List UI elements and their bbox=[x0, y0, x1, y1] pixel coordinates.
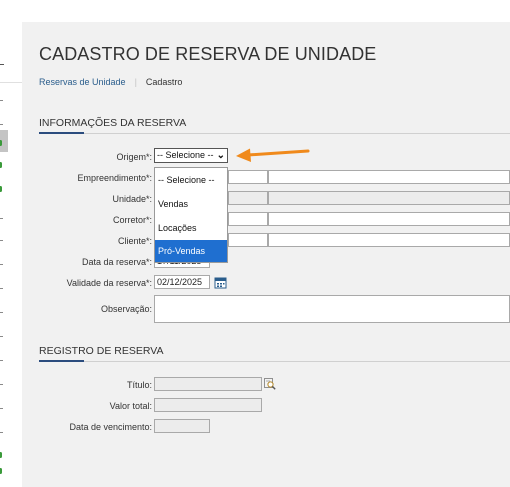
observacao-label: Observação: bbox=[100, 304, 152, 314]
titulo-label: Título: bbox=[126, 380, 152, 390]
observacao-textarea[interactable] bbox=[154, 295, 510, 323]
section-title-reserva: INFORMAÇÕES DA RESERVA bbox=[39, 117, 187, 129]
sidebar-mark bbox=[0, 240, 3, 241]
status-dot bbox=[0, 452, 2, 458]
unidade-code-field[interactable] bbox=[228, 191, 268, 205]
arrow-annotation bbox=[236, 148, 310, 162]
valor-total-field[interactable] bbox=[154, 398, 262, 412]
dropdown-option-vendas[interactable]: Vendas bbox=[155, 193, 227, 215]
status-dot bbox=[0, 140, 2, 146]
titulo-field[interactable] bbox=[154, 377, 262, 391]
data-reserva-label: Data da reserva*: bbox=[81, 257, 152, 267]
data-vencimento-label: Data de vencimento: bbox=[69, 422, 152, 432]
valor-total-label: Valor total: bbox=[109, 401, 152, 411]
section-divider bbox=[39, 133, 510, 134]
sidebar-mark bbox=[0, 100, 3, 101]
search-icon[interactable] bbox=[264, 378, 276, 390]
sidebar-mark bbox=[0, 432, 3, 433]
page-title: CADASTRO DE RESERVA DE UNIDADE bbox=[39, 44, 377, 64]
corretor-label: Corretor*: bbox=[112, 215, 152, 225]
dropdown-option-selecione[interactable]: -- Selecione -- bbox=[155, 169, 227, 191]
sidebar-mark bbox=[0, 312, 3, 313]
sidebar-mark bbox=[0, 218, 3, 219]
empreendimento-name-field[interactable] bbox=[268, 170, 510, 184]
section-divider bbox=[39, 361, 510, 362]
section-title-registro: REGISTRO DE RESERVA bbox=[39, 345, 164, 357]
left-sidebar bbox=[0, 22, 23, 487]
breadcrumb-current: Cadastro bbox=[145, 77, 183, 87]
empreendimento-label: Empreendimento*: bbox=[77, 173, 152, 183]
origem-label: Origem*: bbox=[116, 152, 152, 162]
status-dot bbox=[0, 162, 2, 168]
dropdown-option-pro-vendas[interactable]: Pró-Vendas bbox=[155, 240, 227, 262]
sidebar-mark bbox=[0, 124, 3, 125]
cliente-label: Cliente*: bbox=[117, 236, 152, 246]
unidade-name-field[interactable] bbox=[268, 191, 510, 205]
section-underline bbox=[39, 132, 84, 134]
sidebar-mark bbox=[0, 384, 3, 385]
breadcrumb: Reservas de Unidade | Cadastro bbox=[39, 77, 182, 87]
section-underline bbox=[39, 360, 84, 362]
breadcrumb-link[interactable]: Reservas de Unidade bbox=[39, 77, 126, 87]
calendar-icon[interactable] bbox=[214, 276, 227, 289]
main-content: CADASTRO DE RESERVA DE UNIDADE Reservas … bbox=[22, 22, 510, 487]
sidebar-mark bbox=[0, 288, 3, 289]
sidebar-top-mark bbox=[0, 64, 4, 65]
cliente-code-field[interactable] bbox=[228, 233, 268, 247]
sidebar-mark bbox=[0, 336, 3, 337]
top-bar bbox=[0, 0, 510, 22]
origem-dropdown-list: -- Selecione -- Vendas Locações Pró-Vend… bbox=[154, 167, 228, 263]
sidebar-divider bbox=[0, 82, 22, 83]
status-dot bbox=[0, 468, 2, 474]
sidebar-mark bbox=[0, 264, 3, 265]
corretor-name-field[interactable] bbox=[268, 212, 510, 226]
empreendimento-code-field[interactable] bbox=[228, 170, 268, 184]
cliente-name-field[interactable] bbox=[268, 233, 510, 247]
validade-reserva-label: Validade da reserva*: bbox=[66, 278, 152, 288]
dropdown-option-locacoes[interactable]: Locações bbox=[155, 217, 227, 239]
unidade-label: Unidade*: bbox=[112, 194, 152, 204]
sidebar-mark bbox=[0, 360, 3, 361]
sidebar-mark bbox=[0, 408, 3, 409]
validade-reserva-field[interactable]: 02/12/2025 bbox=[154, 275, 210, 289]
chevron-down-icon: ⌄ bbox=[216, 150, 225, 161]
breadcrumb-separator: | bbox=[134, 77, 137, 87]
origem-select[interactable]: -- Selecione -- ⌄ bbox=[154, 148, 228, 163]
data-vencimento-field[interactable] bbox=[154, 419, 210, 433]
origem-selected-value: -- Selecione -- bbox=[157, 150, 214, 160]
corretor-code-field[interactable] bbox=[228, 212, 268, 226]
status-dot bbox=[0, 186, 2, 192]
